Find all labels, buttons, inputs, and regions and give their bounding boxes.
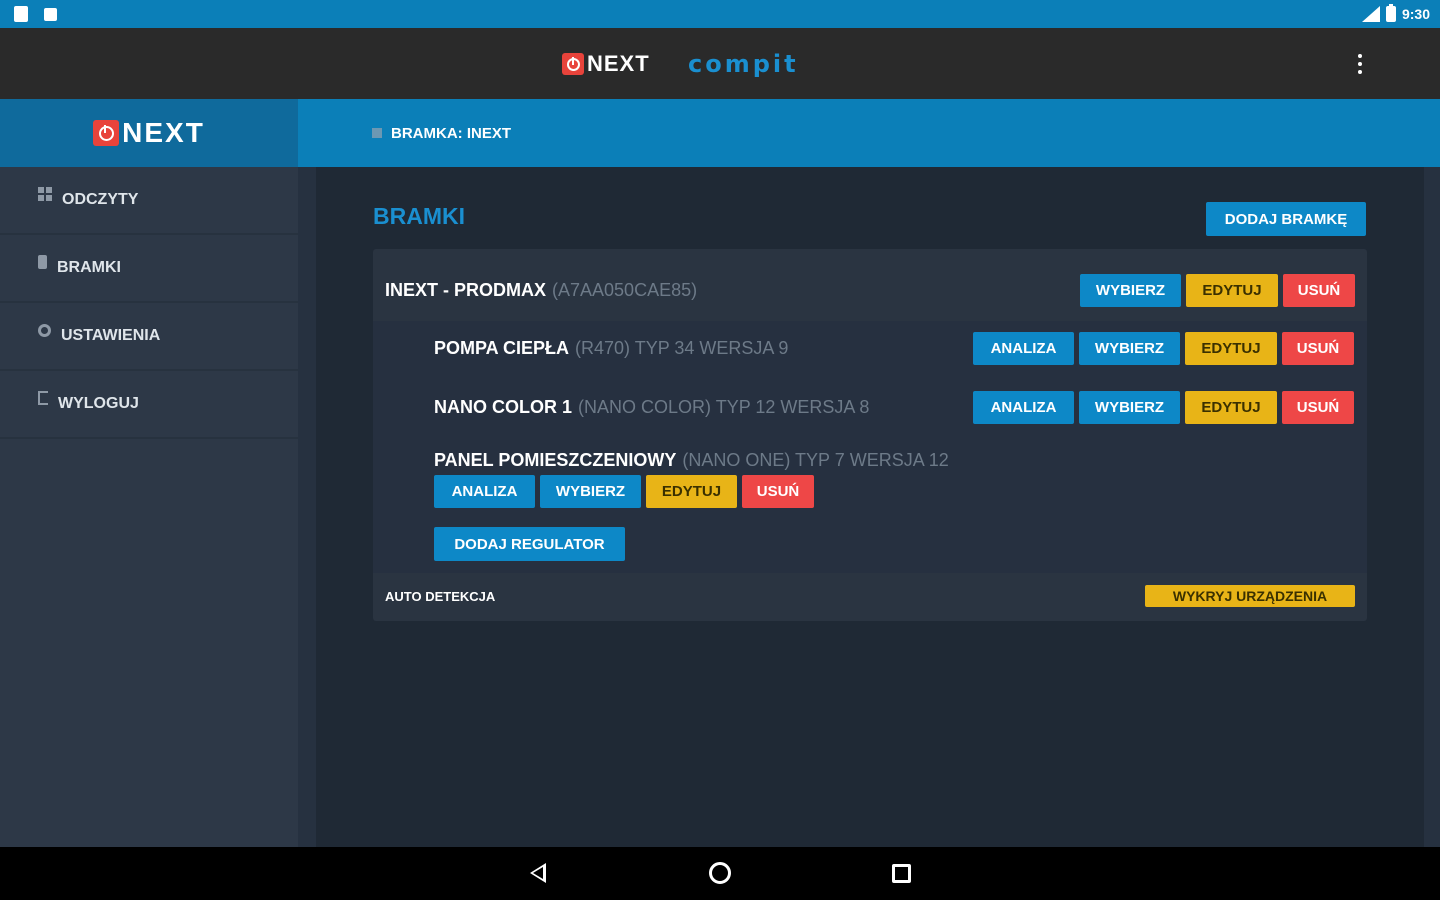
- select-button[interactable]: WYBIERZ: [540, 475, 641, 508]
- sidebar-item-label: BRAMKI: [57, 259, 121, 276]
- gear-icon: [38, 323, 51, 337]
- sidebar-logo: NEXT: [0, 99, 298, 167]
- right-gutter: [1424, 167, 1440, 847]
- edit-button[interactable]: EDYTUJ: [1185, 390, 1277, 424]
- breadcrumb-text: BRAMKA: INEXT: [391, 124, 511, 142]
- notification-icon: [14, 6, 28, 22]
- sidebar-item-label: ODCZYTY: [62, 191, 139, 208]
- signal-icon: [1361, 6, 1380, 22]
- delete-button[interactable]: USUŃ: [742, 475, 814, 508]
- recent-apps-icon[interactable]: [892, 864, 911, 883]
- gateway-actions: WYBIERZ EDYTUJ USUŃ: [1080, 273, 1355, 307]
- auto-detect-row: AUTO DETEKCJA WYKRYJ URZĄDZENIA: [385, 585, 1355, 607]
- power-logo-icon: [93, 120, 120, 146]
- power-logo-icon: [562, 53, 584, 75]
- next-brand: NEXT: [562, 50, 650, 78]
- regulator-name: PANEL POMIESZCZENIOWY: [434, 449, 677, 470]
- delete-gateway-button[interactable]: USUŃ: [1283, 273, 1355, 307]
- home-circle-icon[interactable]: [709, 862, 731, 884]
- delete-button[interactable]: USUŃ: [1282, 331, 1354, 365]
- add-gateway-button[interactable]: DODAJ BRAMKĘ: [1206, 202, 1366, 236]
- regulator-details: (R470) TYP 34 WERSJA 9: [575, 337, 789, 358]
- gateway-row: INEXT - PRODMAX (A7AA050CAE85) WYBIERZ E…: [385, 273, 1355, 307]
- status-right: 9:30: [1361, 4, 1430, 23]
- sidebar-logo-text: NEXT: [122, 117, 205, 148]
- system-nav-bar: [0, 847, 1440, 900]
- regulator-actions: ANALIZA WYBIERZ EDYTUJ USUŃ: [973, 390, 1354, 424]
- compit-brand: compit: [688, 50, 799, 78]
- analysis-button[interactable]: ANALIZA: [973, 390, 1074, 424]
- status-time: 9:30: [1401, 6, 1430, 22]
- logout-icon: [38, 391, 48, 405]
- analysis-button[interactable]: ANALIZA: [973, 331, 1074, 365]
- sidebar-item-bramki[interactable]: BRAMKI: [0, 235, 298, 303]
- sidebar: NEXT ODCZYTY BRAMKI USTAWIENIA WYLOGUJ: [0, 99, 298, 847]
- regulator-name: NANO COLOR 1: [434, 396, 573, 417]
- sidebar-item-label: WYLOGUJ: [58, 395, 139, 412]
- gateway-id: (A7AA050CAE85): [552, 279, 698, 300]
- sidebar-item-label: USTAWIENIA: [61, 327, 161, 344]
- left-gutter: [298, 167, 316, 847]
- regulator-row: NANO COLOR 1 (NANO COLOR) TYP 12 WERSJA …: [434, 390, 1354, 424]
- sidebar-item-wyloguj[interactable]: WYLOGUJ: [0, 371, 298, 439]
- notification-icon: [44, 8, 57, 21]
- status-bar: 9:30: [0, 0, 1440, 28]
- edit-button[interactable]: EDYTUJ: [1185, 331, 1277, 365]
- regulator-actions: ANALIZA WYBIERZ EDYTUJ USUŃ: [973, 331, 1354, 365]
- sidebar-item-ustawienia[interactable]: USTAWIENIA: [0, 303, 298, 371]
- regulator-details: (NANO ONE) TYP 7 WERSJA 12: [682, 449, 949, 470]
- page-title: BRAMKI: [373, 203, 465, 229]
- delete-button[interactable]: USUŃ: [1282, 390, 1354, 424]
- detect-devices-button[interactable]: WYKRYJ URZĄDZENIA: [1145, 585, 1355, 607]
- auto-detect-label: AUTO DETEKCJA: [385, 588, 496, 604]
- gateway-panel: INEXT - PRODMAX (A7AA050CAE85) WYBIERZ E…: [373, 249, 1367, 621]
- add-regulator-button[interactable]: DODAJ REGULATOR: [434, 527, 625, 561]
- grid-icon: [38, 187, 52, 201]
- regulators-list: POMPA CIEPŁA (R470) TYP 34 WERSJA 9 ANAL…: [373, 321, 1367, 573]
- device-icon: [38, 255, 47, 269]
- breadcrumb: BRAMKA: INEXT: [298, 99, 1440, 167]
- regulator-actions: ANALIZA WYBIERZ EDYTUJ USUŃ: [434, 475, 1034, 508]
- regulator-row: POMPA CIEPŁA (R470) TYP 34 WERSJA 9 ANAL…: [434, 331, 1354, 365]
- regulator-name: POMPA CIEPŁA: [434, 337, 570, 358]
- regulator-details: (NANO COLOR) TYP 12 WERSJA 8: [578, 396, 870, 417]
- edit-gateway-button[interactable]: EDYTUJ: [1186, 273, 1278, 307]
- home-icon[interactable]: [372, 128, 382, 138]
- gateway-name: INEXT - PRODMAX: [385, 279, 547, 300]
- battery-icon: [1385, 4, 1396, 22]
- select-button[interactable]: WYBIERZ: [1079, 390, 1180, 424]
- back-icon[interactable]: [530, 863, 546, 883]
- edit-button[interactable]: EDYTUJ: [646, 475, 737, 508]
- analysis-button[interactable]: ANALIZA: [434, 475, 535, 508]
- overflow-menu-icon[interactable]: [1350, 52, 1370, 76]
- main-content: BRAMKI DODAJ BRAMKĘ INEXT - PRODMAX (A7A…: [316, 167, 1424, 847]
- next-brand-text: NEXT: [587, 51, 650, 76]
- app-bar: NEXT compit: [0, 28, 1440, 99]
- regulator-row: PANEL POMIESZCZENIOWY (NANO ONE) TYP 7 W…: [434, 449, 1034, 508]
- select-gateway-button[interactable]: WYBIERZ: [1080, 273, 1181, 307]
- sidebar-item-odczyty[interactable]: ODCZYTY: [0, 167, 298, 235]
- select-button[interactable]: WYBIERZ: [1079, 331, 1180, 365]
